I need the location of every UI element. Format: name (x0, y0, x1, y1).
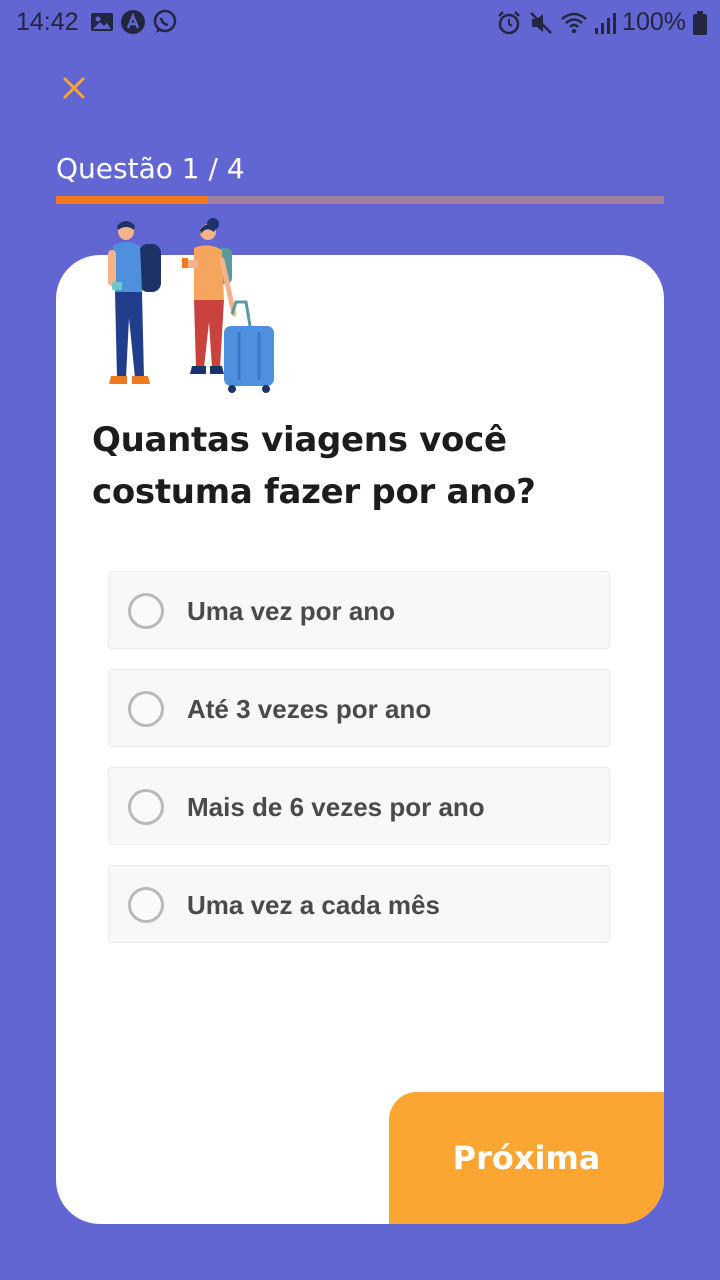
battery-icon (693, 10, 707, 35)
option-label: Uma vez por ano (187, 596, 396, 626)
question-counter: Questão 1 / 4 (56, 152, 245, 185)
radio-unchecked-icon[interactable] (128, 691, 164, 727)
travelers-illustration (108, 218, 274, 393)
whatsapp-icon (153, 9, 177, 33)
answer-option[interactable]: Até 3 vezes por ano (108, 669, 610, 747)
close-icon (63, 77, 85, 99)
mute-icon (530, 11, 552, 34)
status-right-icons: 100% (496, 8, 708, 37)
alarm-icon (498, 10, 520, 34)
question-text: Quantas viagens você costuma fazer por a… (92, 420, 536, 512)
radio-unchecked-icon[interactable] (128, 593, 164, 629)
answer-option[interactable]: Mais de 6 vezes por ano (108, 767, 610, 845)
option-label: Mais de 6 vezes por ano (187, 792, 485, 822)
status-left-icons (90, 9, 178, 35)
radio-unchecked-icon[interactable] (128, 789, 164, 825)
radio-unchecked-icon[interactable] (128, 887, 164, 923)
status-time: 14:42 (16, 8, 79, 36)
progress-fill (56, 196, 208, 204)
answer-option[interactable]: Uma vez por ano (108, 571, 610, 649)
progress-bar (56, 196, 664, 204)
option-label: Até 3 vezes por ano (187, 694, 432, 724)
image-icon (91, 13, 113, 31)
close-button[interactable] (56, 70, 92, 106)
status-bar: 14:42 100% (0, 0, 720, 44)
next-button[interactable]: Próxima (389, 1092, 664, 1224)
answer-option[interactable]: Uma vez a cada mês (108, 865, 610, 943)
option-label: Uma vez a cada mês (187, 890, 440, 920)
app-a-icon (121, 10, 145, 34)
battery-percent: 100% (622, 8, 686, 36)
signal-icon (595, 12, 617, 34)
wifi-icon (561, 12, 587, 33)
answer-options: Uma vez por ano Até 3 vezes por ano Mais… (108, 571, 610, 963)
